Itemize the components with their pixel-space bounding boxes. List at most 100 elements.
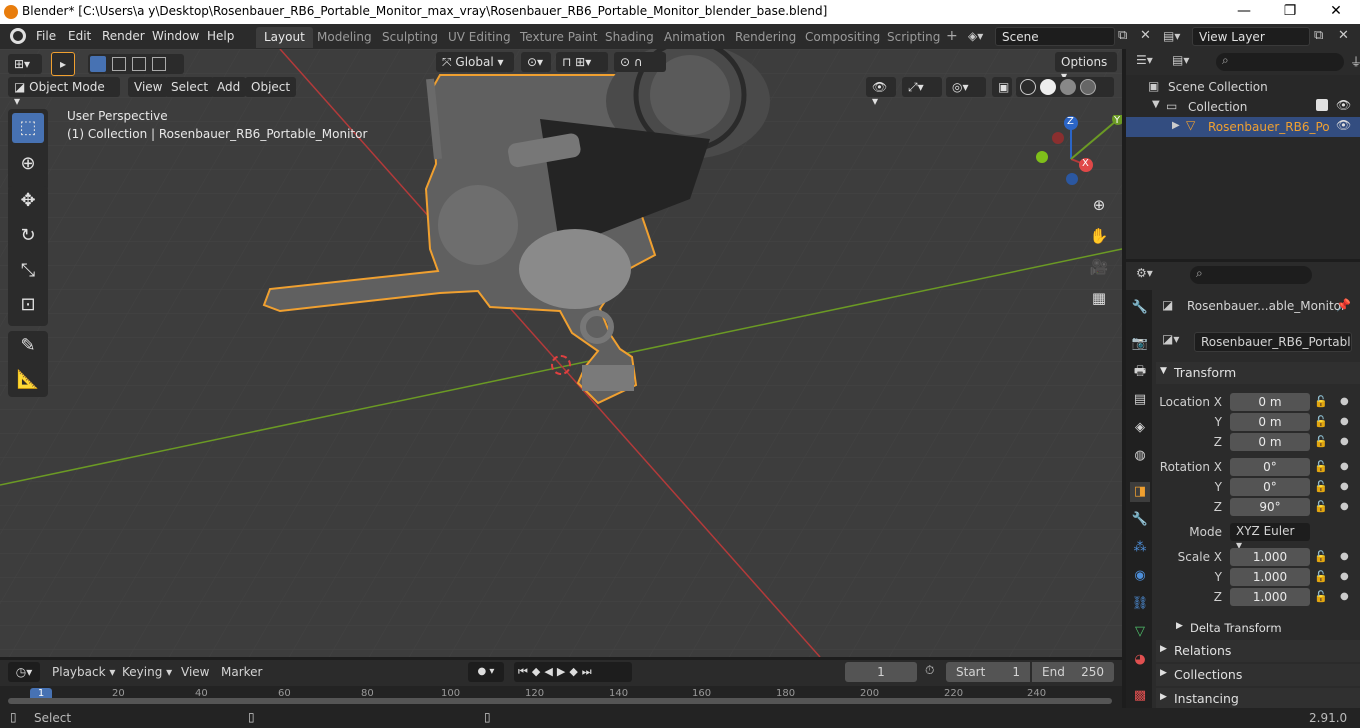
preview-range-icon[interactable]: ⏱ bbox=[925, 663, 934, 678]
viewport-menu-select[interactable]: Select bbox=[165, 77, 215, 97]
navigation-gizmo[interactable] bbox=[1030, 115, 1122, 195]
outliner-object-row[interactable]: ▶ ▽ Rosenbauer_RB6_Po 👁 bbox=[1126, 117, 1360, 137]
material-tab-icon[interactable]: ◕ bbox=[1130, 650, 1150, 670]
wireframe-shading-icon[interactable] bbox=[1020, 79, 1036, 95]
expand-arrow-icon[interactable]: ▼ bbox=[1152, 99, 1160, 110]
maximize-button[interactable]: ❐ bbox=[1267, 0, 1313, 24]
transform-orientation-dropdown[interactable]: ⤧ Global ▾ bbox=[436, 52, 514, 72]
annotate-tool-icon[interactable]: ✎ bbox=[12, 331, 44, 361]
location-z-field[interactable]: 0 m bbox=[1230, 433, 1310, 451]
solid-shading-icon[interactable] bbox=[1040, 79, 1056, 95]
object-name-field[interactable]: Rosenbauer_RB6_Portable_... bbox=[1194, 332, 1352, 352]
physics-tab-icon[interactable]: ◉ bbox=[1130, 566, 1150, 586]
tab-modeling[interactable]: Modeling bbox=[309, 27, 380, 48]
exclude-checkbox[interactable] bbox=[1316, 99, 1328, 111]
select-extend-icon[interactable] bbox=[112, 57, 126, 71]
options-dropdown[interactable]: Options ▾ bbox=[1055, 52, 1117, 83]
playback-menu[interactable]: Playback ▾ bbox=[52, 665, 115, 679]
tab-sculpting[interactable]: Sculpting bbox=[374, 27, 446, 48]
output-tab-icon[interactable]: 🖶 bbox=[1130, 362, 1150, 382]
tool-tab-icon[interactable]: 🔧 bbox=[1130, 298, 1150, 318]
tab-shading[interactable]: Shading bbox=[597, 27, 662, 48]
scale-tool-icon[interactable]: ⤡ bbox=[12, 256, 44, 286]
menu-help[interactable]: Help bbox=[207, 29, 234, 43]
object-browse-icon[interactable]: ◪▾ bbox=[1162, 332, 1179, 346]
selection-mode-group[interactable] bbox=[88, 54, 184, 74]
lock-icon[interactable]: 🔓 bbox=[1314, 480, 1328, 493]
tab-compositing[interactable]: Compositing bbox=[797, 27, 888, 48]
scale-z-field[interactable]: 1.000 bbox=[1230, 588, 1310, 606]
proportional-edit-button[interactable]: ⊙ ∩ bbox=[614, 52, 666, 72]
scene-field[interactable]: Scene bbox=[995, 27, 1115, 46]
select-tool-icon[interactable]: ▸ bbox=[51, 52, 75, 76]
blender-menu-icon[interactable] bbox=[10, 28, 26, 44]
pin-icon[interactable]: 📌 bbox=[1336, 298, 1351, 312]
autokey-record-icon[interactable]: ● ▾ bbox=[468, 662, 504, 682]
outliner-editor-icon[interactable]: ☰▾ bbox=[1136, 53, 1153, 67]
lock-icon[interactable]: 🔓 bbox=[1314, 435, 1328, 448]
location-x-field[interactable]: 0 m bbox=[1230, 393, 1310, 411]
menu-window[interactable]: Window bbox=[152, 29, 199, 43]
menu-render[interactable]: Render bbox=[102, 29, 145, 43]
timeline-view-menu[interactable]: View bbox=[181, 665, 209, 679]
pivot-point-button[interactable]: ⊙▾ bbox=[521, 52, 551, 72]
marker-menu[interactable]: Marker bbox=[221, 665, 262, 679]
instancing-panel-header[interactable]: ▶ Instancing bbox=[1156, 688, 1360, 708]
keyframe-dot-icon[interactable]: ● bbox=[1340, 416, 1349, 427]
rotation-mode-dropdown[interactable]: XYZ Euler ▾ bbox=[1230, 523, 1310, 552]
properties-editor-icon[interactable]: ⚙▾ bbox=[1136, 266, 1153, 280]
view-layer-field[interactable]: View Layer bbox=[1192, 27, 1310, 46]
delta-transform-subpanel[interactable]: ▶ Delta Transform bbox=[1172, 617, 1360, 639]
rotation-x-field[interactable]: 0° bbox=[1230, 458, 1310, 476]
lock-icon[interactable]: 🔓 bbox=[1314, 415, 1328, 428]
outliner-search-input[interactable]: ⌕ bbox=[1216, 53, 1344, 71]
data-tab-icon[interactable]: ▽ bbox=[1130, 622, 1150, 642]
select-subtract-icon[interactable] bbox=[132, 57, 146, 71]
mode-dropdown[interactable]: ◪ Object Mode ▾ bbox=[8, 77, 120, 108]
lock-icon[interactable]: 🔓 bbox=[1314, 550, 1328, 563]
rendered-shading-icon[interactable] bbox=[1080, 79, 1096, 95]
next-keyframe-icon[interactable]: ◆ bbox=[569, 665, 581, 678]
keyframe-dot-icon[interactable]: ● bbox=[1340, 461, 1349, 472]
cursor-tool-icon[interactable]: ⊕ bbox=[12, 149, 44, 179]
relations-panel-header[interactable]: ▶ Relations bbox=[1156, 640, 1360, 662]
object-tab-icon[interactable]: ◨ bbox=[1130, 482, 1150, 502]
gizmo-toggle-icon[interactable]: ⤢▾ bbox=[902, 77, 942, 97]
lock-icon[interactable]: 🔓 bbox=[1314, 460, 1328, 473]
keyframe-dot-icon[interactable]: ● bbox=[1340, 551, 1349, 562]
new-view-layer-icon[interactable]: ⧉ bbox=[1314, 28, 1323, 43]
texture-tab-icon[interactable]: ▩ bbox=[1130, 686, 1150, 706]
scale-x-field[interactable]: 1.000 bbox=[1230, 548, 1310, 566]
measure-tool-icon[interactable]: 📐 bbox=[12, 365, 44, 395]
outliner-collection[interactable]: ▼ ▭ Collection 👁 bbox=[1126, 97, 1360, 117]
constraints-tab-icon[interactable]: ⛓ bbox=[1130, 594, 1150, 614]
current-frame-field[interactable]: 1 bbox=[845, 662, 917, 682]
keyframe-dot-icon[interactable]: ● bbox=[1340, 481, 1349, 492]
render-tab-icon[interactable]: 📷 bbox=[1130, 334, 1150, 354]
keyframe-dot-icon[interactable]: ● bbox=[1340, 436, 1349, 447]
scene-icon[interactable]: ◈▾ bbox=[968, 29, 983, 43]
zoom-icon[interactable]: ⊕ bbox=[1086, 192, 1112, 218]
keyframe-dot-icon[interactable]: ● bbox=[1340, 501, 1349, 512]
minimize-button[interactable]: — bbox=[1221, 0, 1267, 24]
lock-icon[interactable]: 🔓 bbox=[1314, 395, 1328, 408]
scene-tab-icon[interactable]: ◈ bbox=[1130, 418, 1150, 438]
camera-view-icon[interactable]: 🎥 bbox=[1086, 254, 1112, 280]
viewport-menu-add[interactable]: Add bbox=[211, 77, 247, 97]
lock-icon[interactable]: 🔓 bbox=[1314, 570, 1328, 583]
outliner-scene-collection[interactable]: ▣ Scene Collection bbox=[1126, 77, 1360, 97]
jump-start-icon[interactable]: ⏮ bbox=[518, 665, 532, 678]
timeline-scrollbar[interactable] bbox=[8, 698, 1112, 704]
keyframe-dot-icon[interactable]: ● bbox=[1340, 396, 1349, 407]
tab-scripting[interactable]: Scripting bbox=[879, 27, 948, 48]
tab-uv-editing[interactable]: UV Editing bbox=[440, 27, 519, 48]
remove-view-layer-icon[interactable]: ✕ bbox=[1338, 28, 1349, 43]
lock-icon[interactable]: 🔓 bbox=[1314, 500, 1328, 513]
modifier-tab-icon[interactable]: 🔧 bbox=[1130, 510, 1150, 530]
rotation-z-field[interactable]: 90° bbox=[1230, 498, 1310, 516]
tab-layout[interactable]: Layout bbox=[256, 27, 313, 48]
keyframe-dot-icon[interactable]: ● bbox=[1340, 591, 1349, 602]
display-mode-icon[interactable]: ▤▾ bbox=[1172, 53, 1189, 67]
jump-end-icon[interactable]: ⏭ bbox=[582, 665, 596, 678]
menu-edit[interactable]: Edit bbox=[68, 29, 91, 43]
